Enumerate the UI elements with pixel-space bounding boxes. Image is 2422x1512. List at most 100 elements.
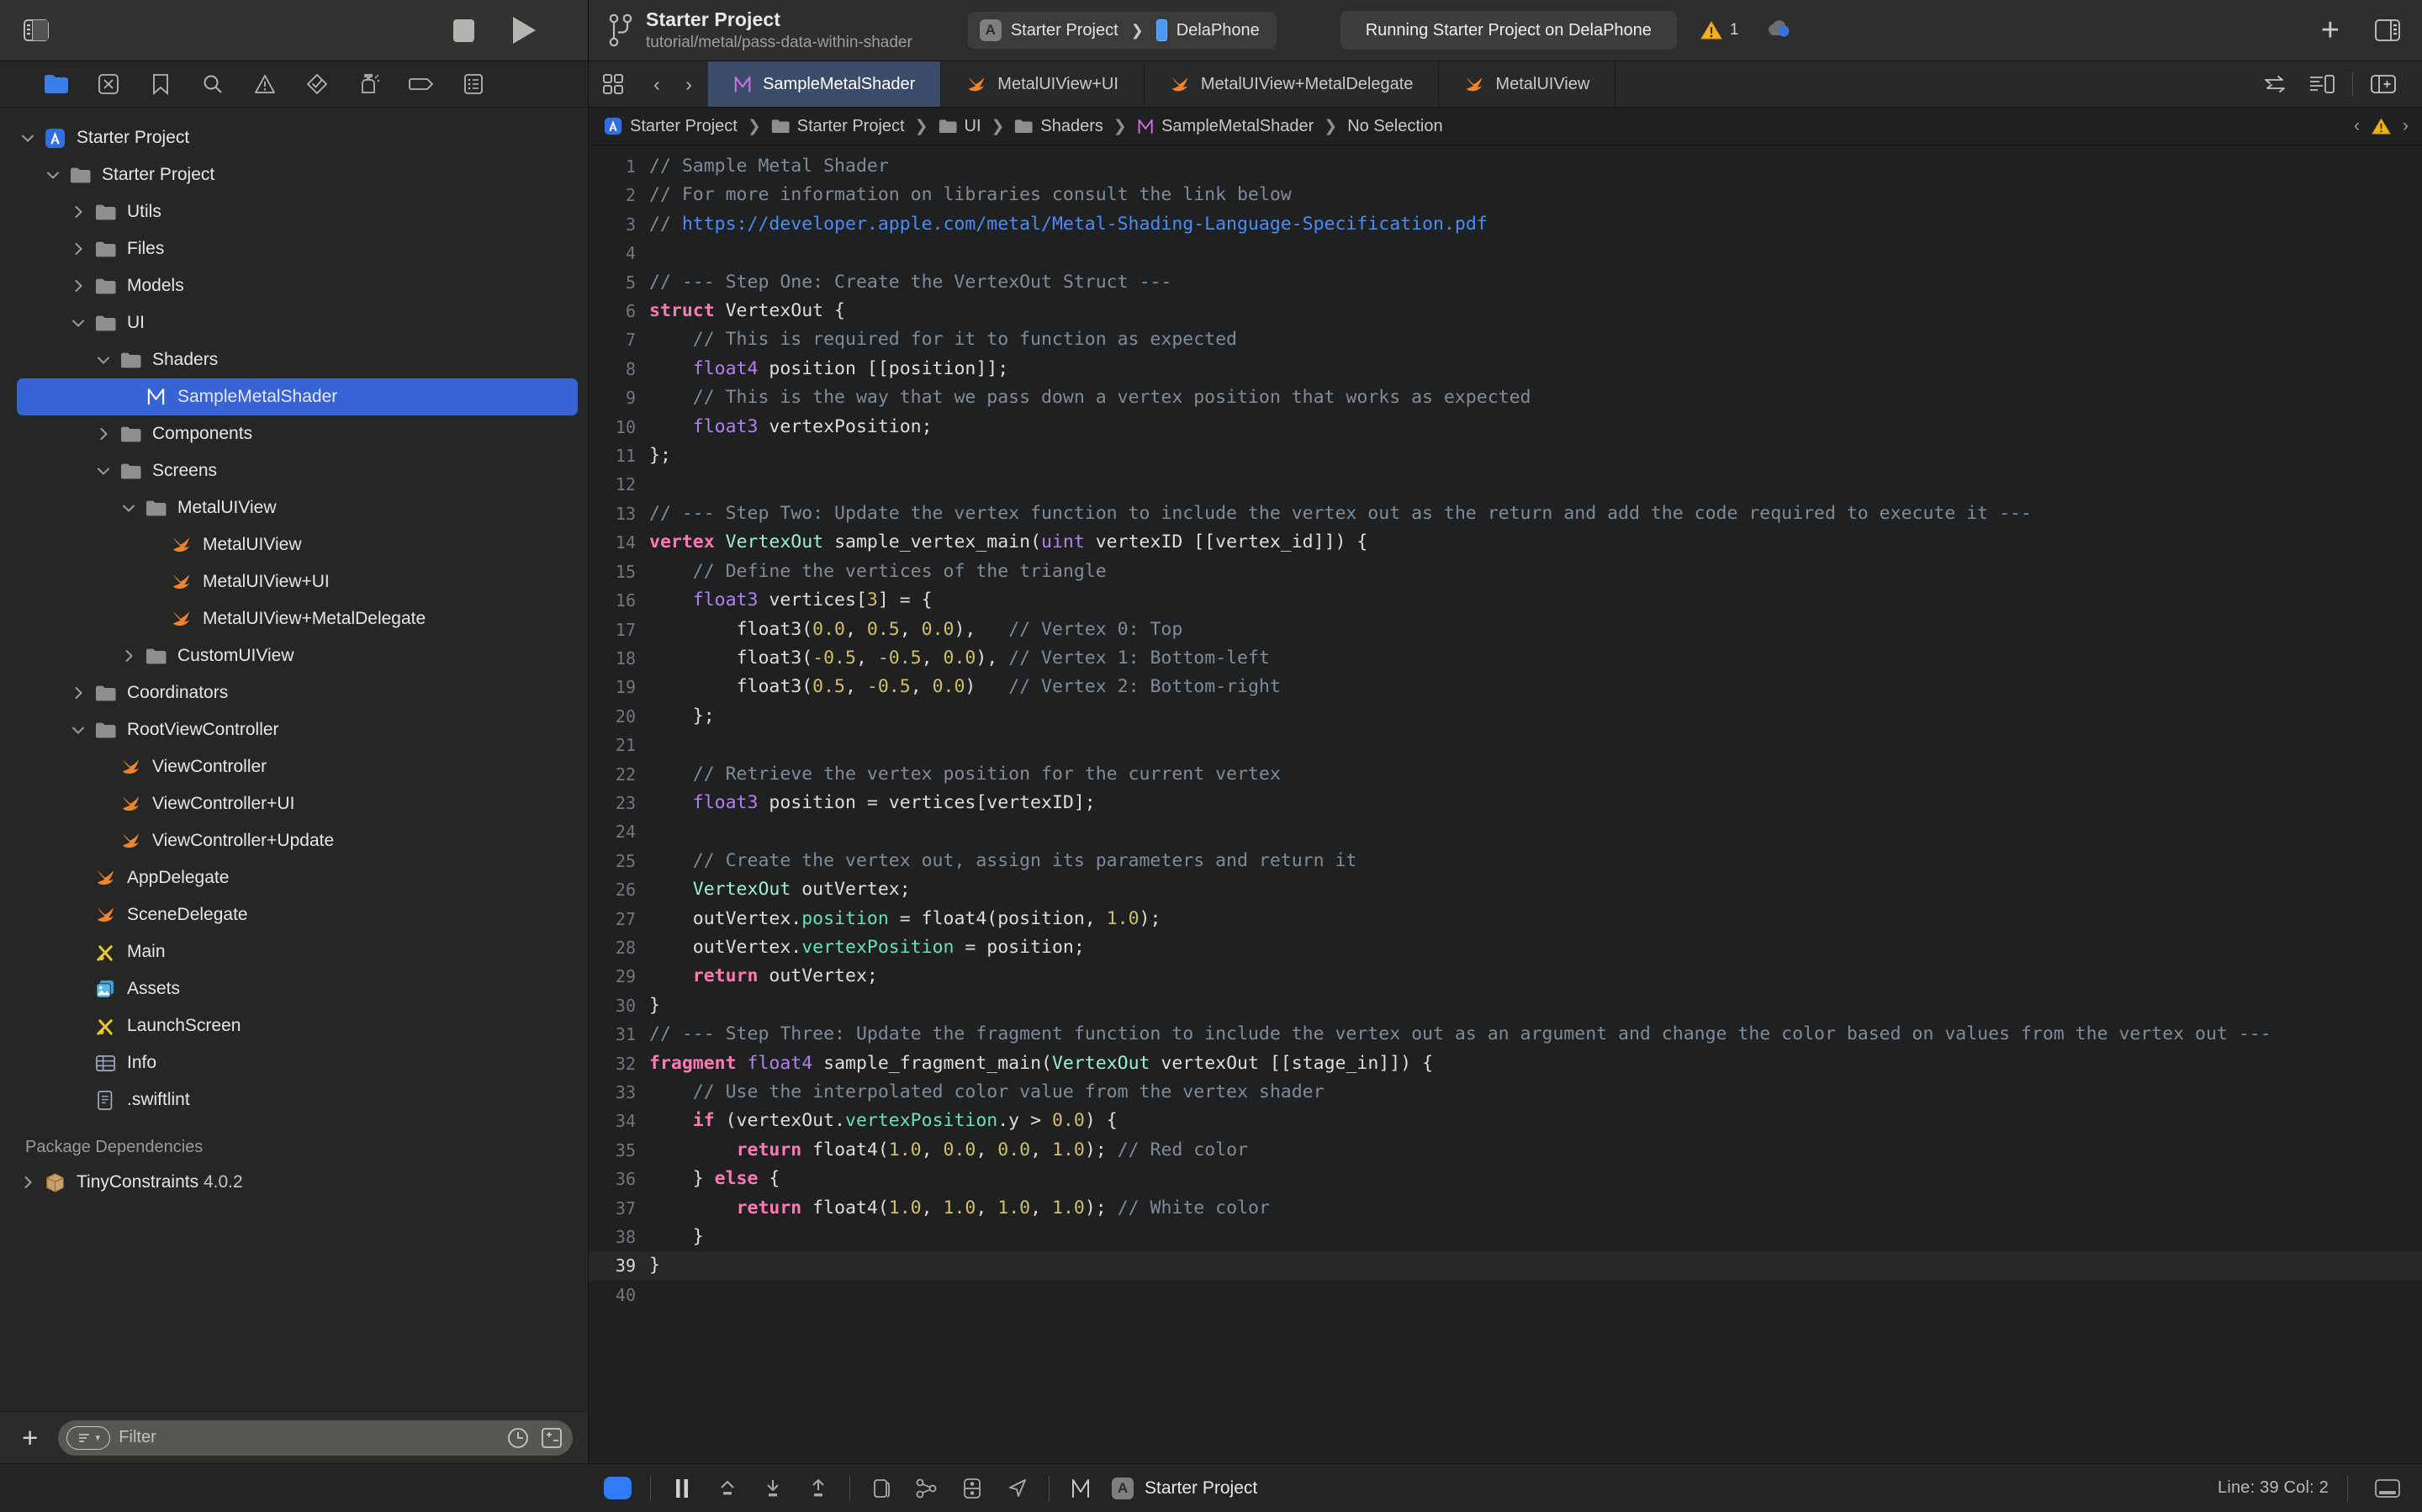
code-line[interactable]: 14 vertex VertexOut sample_vertex_main(ui…	[589, 528, 2422, 557]
tree-item-scenedelegate[interactable]: SceneDelegate	[0, 896, 588, 933]
line-content[interactable]	[649, 470, 2422, 499]
tree-item-starter-project[interactable]: Starter Project	[0, 156, 588, 193]
line-content[interactable]: outVertex.vertexPosition = position;	[649, 933, 2422, 962]
code-line[interactable]: 16 float3 vertices[3] = {	[589, 586, 2422, 615]
code-line[interactable]: 28 outVertex.vertexPosition = position;	[589, 933, 2422, 962]
run-indicator[interactable]	[604, 1477, 632, 1499]
code-line[interactable]: 17 float3(0.0, 0.5, 0.0), // Vertex 0: T…	[589, 616, 2422, 644]
disclosure-triangle-icon[interactable]	[116, 650, 141, 662]
sidebar-right-icon[interactable]	[2375, 19, 2400, 41]
add-button[interactable]: +	[2321, 14, 2340, 46]
tree-item-samplemetalshader[interactable]: SampleMetalShader	[17, 378, 578, 415]
line-content[interactable]: // --- Step Three: Update the fragment f…	[649, 1020, 2422, 1049]
line-content[interactable]: outVertex.position = float4(position, 1.…	[649, 905, 2422, 933]
code-line[interactable]: 20 };	[589, 702, 2422, 731]
breadcrumb-item-no-selection[interactable]: No Selection	[1347, 117, 1442, 136]
line-content[interactable]: struct VertexOut {	[649, 297, 2422, 325]
code-line[interactable]: 6 struct VertexOut {	[589, 297, 2422, 325]
line-content[interactable]: return float4(1.0, 1.0, 1.0, 1.0); // Wh…	[649, 1194, 2422, 1223]
step-out-icon[interactable]	[796, 1478, 841, 1499]
code-line[interactable]: 19 float3(0.5, -0.5, 0.0) // Vertex 2: B…	[589, 673, 2422, 701]
tree-item-viewcontroller[interactable]: ViewController	[0, 748, 588, 785]
line-content[interactable]: // Define the vertices of the triangle	[649, 558, 2422, 586]
navigator-tab-debug[interactable]	[343, 73, 395, 95]
line-content[interactable]: float3 position = vertices[vertexID];	[649, 789, 2422, 817]
code-content[interactable]: 1 // Sample Metal Shader 2 // For more info…	[589, 145, 2422, 1309]
issue-next-button[interactable]: ›	[2403, 116, 2409, 136]
tree-item-appdelegate[interactable]: AppDelegate	[0, 859, 588, 896]
code-line[interactable]: 9 // This is the way that we pass down a…	[589, 383, 2422, 412]
editor-tab-metaluiview-ui[interactable]: MetalUIView+UI	[941, 61, 1145, 107]
line-content[interactable]: // Retrieve the vertex position for the …	[649, 760, 2422, 789]
disclosure-triangle-icon[interactable]	[15, 1176, 40, 1188]
pause-icon[interactable]	[659, 1478, 705, 1499]
tree-item-components[interactable]: Components	[0, 415, 588, 452]
tree-item-shaders[interactable]: Shaders	[0, 341, 588, 378]
line-content[interactable]: return float4(1.0, 0.0, 0.0, 1.0); // Re…	[649, 1136, 2422, 1165]
editor-tab-samplemetalshader[interactable]: SampleMetalShader	[708, 61, 942, 107]
navigator-tab-issues[interactable]	[239, 74, 291, 94]
editor-tab-metaluiview[interactable]: MetalUIView	[1439, 61, 1616, 107]
code-line[interactable]: 18 float3(-0.5, -0.5, 0.0), // Vertex 1:…	[589, 644, 2422, 673]
line-content[interactable]: // --- Step Two: Update the vertex funct…	[649, 500, 2422, 528]
editor-back-button[interactable]: ‹	[641, 73, 673, 96]
disclosure-triangle-icon[interactable]	[91, 428, 116, 440]
tree-item-metaluiview-metaldelegate[interactable]: MetalUIView+MetalDelegate	[0, 600, 588, 637]
code-line[interactable]: 10 float3 vertexPosition;	[589, 413, 2422, 441]
line-content[interactable]: };	[649, 441, 2422, 470]
line-content[interactable]: float3 vertices[3] = {	[649, 586, 2422, 615]
tree-item-info[interactable]: Info	[0, 1044, 588, 1081]
line-content[interactable]: }	[649, 991, 2422, 1020]
scheme-selector[interactable]: A Starter Project ❯ DelaPhone	[967, 12, 1277, 49]
navigator-tab-source-control[interactable]	[82, 73, 135, 95]
tree-item-files[interactable]: Files	[0, 230, 588, 267]
line-content[interactable]: // Sample Metal Shader	[649, 152, 2422, 181]
code-line[interactable]: 35 return float4(1.0, 0.0, 0.0, 1.0); //…	[589, 1136, 2422, 1165]
tree-item-metaluiview[interactable]: MetalUIView	[0, 489, 588, 526]
line-content[interactable]	[649, 731, 2422, 759]
code-editor[interactable]: 1 // Sample Metal Shader 2 // For more info…	[589, 145, 2422, 1463]
code-line[interactable]: 11};	[589, 441, 2422, 470]
line-content[interactable]: // For more information on libraries con…	[649, 181, 2422, 209]
environment-icon[interactable]	[949, 1478, 995, 1499]
tree-item-metaluiview[interactable]: MetalUIView	[0, 526, 588, 563]
navigator-tab-bookmark[interactable]	[135, 73, 187, 95]
scheme-name[interactable]: Starter Project	[1011, 21, 1118, 40]
code-line[interactable]: 22 // Retrieve the vertex position for t…	[589, 760, 2422, 789]
disclosure-triangle-icon[interactable]	[40, 172, 66, 179]
line-content[interactable]: VertexOut outVertex;	[649, 875, 2422, 904]
tree-item-rootviewcontroller[interactable]: RootViewController	[0, 711, 588, 748]
line-content[interactable]	[649, 239, 2422, 267]
line-content[interactable]: fragment float4 sample_fragment_main(Ver…	[649, 1049, 2422, 1078]
line-content[interactable]: // --- Step One: Create the VertexOut St…	[649, 268, 2422, 297]
code-line[interactable]: 5 // --- Step One: Create the VertexOut S…	[589, 268, 2422, 297]
disclosure-triangle-icon[interactable]	[66, 280, 91, 292]
cloud-account-icon[interactable]	[1766, 19, 1793, 42]
line-content[interactable]: float3(0.5, -0.5, 0.0) // Vertex 2: Bott…	[649, 673, 2422, 701]
tree-item-launchscreen[interactable]: LaunchScreen	[0, 1007, 588, 1044]
code-line[interactable]: 23 float3 position = vertices[vertexID];	[589, 789, 2422, 817]
code-line[interactable]: 34 if (vertexOut.vertexPosition.y > 0.0)…	[589, 1107, 2422, 1135]
step-over-icon[interactable]	[705, 1478, 750, 1499]
line-content[interactable]: // This is required for it to function a…	[649, 325, 2422, 354]
line-content[interactable]	[649, 817, 2422, 846]
tree-item-coordinators[interactable]: Coordinators	[0, 674, 588, 711]
step-into-icon[interactable]	[750, 1478, 796, 1499]
code-line[interactable]: 15 // Define the vertices of the triangl…	[589, 558, 2422, 586]
code-line[interactable]: 40	[589, 1281, 2422, 1309]
disclosure-triangle-icon[interactable]	[66, 320, 91, 327]
search-icon[interactable]	[187, 73, 239, 95]
navigator-tab-tests[interactable]	[291, 73, 343, 95]
line-content[interactable]: float3(-0.5, -0.5, 0.0), // Vertex 1: Bo…	[649, 644, 2422, 673]
line-content[interactable]: // https://developer.apple.com/metal/Met…	[649, 210, 2422, 239]
tree-item-tinyconstraints[interactable]: TinyConstraints 4.0.2	[0, 1164, 588, 1201]
code-line[interactable]: 13 // --- Step Two: Update the vertex fun…	[589, 500, 2422, 528]
line-content[interactable]	[649, 1281, 2422, 1309]
line-content[interactable]: }	[649, 1223, 2422, 1251]
editor-tab-metaluiview-metaldelegate[interactable]: MetalUIView+MetalDelegate	[1145, 61, 1440, 107]
code-line[interactable]: 25 // Create the vertex out, assign its …	[589, 847, 2422, 875]
disclosure-triangle-icon[interactable]	[91, 468, 116, 475]
breadcrumb-item-starter-project[interactable]: Starter Project	[771, 117, 905, 136]
code-line[interactable]: 36 } else {	[589, 1165, 2422, 1193]
code-line[interactable]: 3 // https://developer.apple.com/metal/Me…	[589, 210, 2422, 239]
